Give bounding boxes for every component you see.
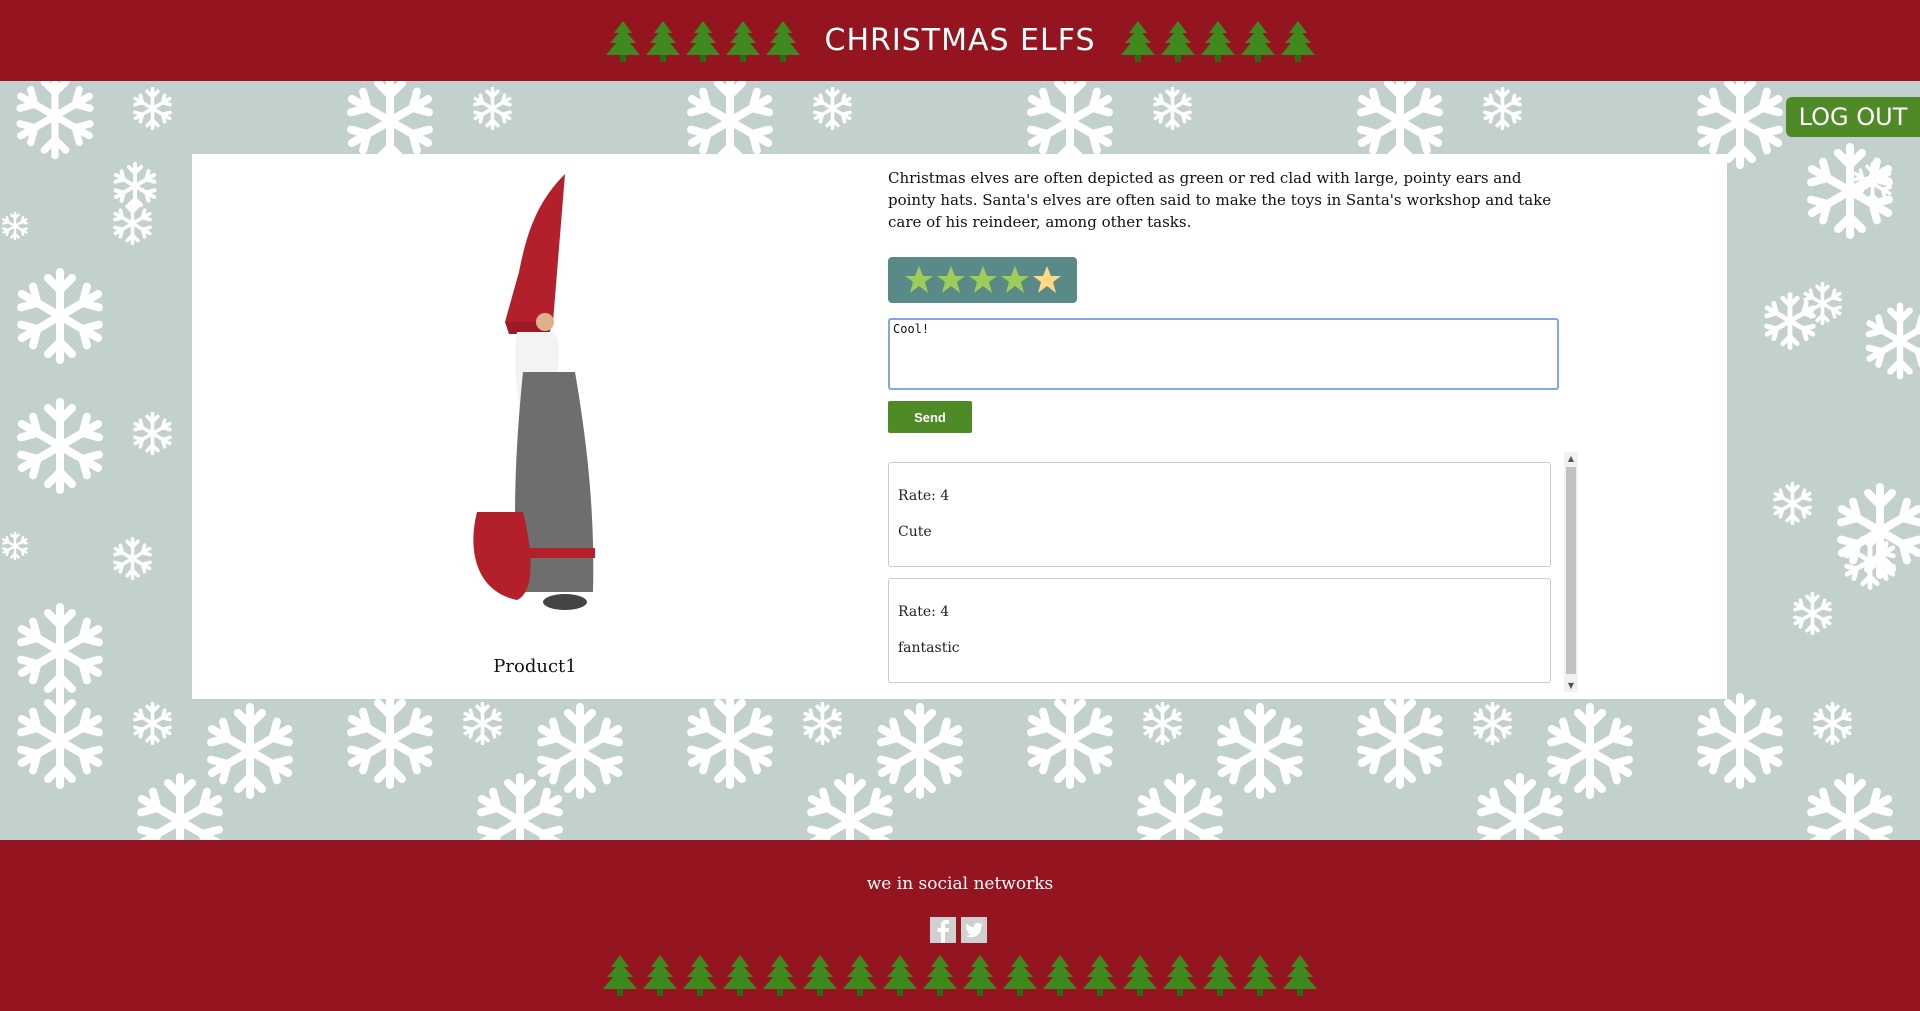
review-rate: Rate: 4: [898, 604, 950, 620]
christmas-tree-icon: [604, 19, 642, 63]
christmas-tree-icon: [601, 953, 639, 997]
christmas-tree-icon: [684, 19, 722, 63]
product-panel: Product1 Christmas elves are often depic…: [192, 154, 1727, 699]
star-icon[interactable]: [1000, 265, 1030, 295]
christmas-tree-icon: [961, 953, 999, 997]
christmas-tree-icon: [1239, 19, 1277, 63]
christmas-tree-icon: [881, 953, 919, 997]
christmas-tree-icon: [761, 953, 799, 997]
facebook-icon[interactable]: [930, 917, 956, 943]
review-rate: Rate: 4: [898, 488, 950, 504]
christmas-tree-icon: [1081, 953, 1119, 997]
christmas-tree-icon: [1199, 19, 1237, 63]
social-links: [930, 917, 987, 943]
christmas-tree-icon: [1281, 953, 1319, 997]
review-text: fantastic: [898, 640, 960, 656]
christmas-tree-icon: [1161, 953, 1199, 997]
review-item: Rate: 4 Cute: [888, 462, 1551, 567]
star-icon[interactable]: [904, 265, 934, 295]
header-trees-left: [603, 19, 803, 63]
scrollbar-thumb[interactable]: [1566, 467, 1576, 674]
review-item: Rate: 4 fantastic: [888, 578, 1551, 683]
christmas-tree-icon: [841, 953, 879, 997]
star-rating[interactable]: [888, 257, 1077, 303]
product-name: Product1: [493, 656, 577, 677]
site-title: CHRISTMAS ELFS: [824, 23, 1096, 58]
christmas-tree-icon: [1201, 953, 1239, 997]
christmas-tree-icon: [1121, 953, 1159, 997]
christmas-tree-icon: [641, 953, 679, 997]
christmas-tree-icon: [1159, 19, 1197, 63]
christmas-tree-icon: [721, 953, 759, 997]
twitter-icon[interactable]: [961, 917, 987, 943]
christmas-tree-icon: [921, 953, 959, 997]
christmas-tree-icon: [1241, 953, 1279, 997]
reviews-list[interactable]: Rate: 4 Cute Rate: 4 fantastic: [888, 452, 1558, 692]
site-header: CHRISTMAS ELFS: [0, 0, 1920, 81]
footer-trees: [0, 953, 1920, 997]
star-icon[interactable]: [1032, 265, 1062, 295]
star-icon[interactable]: [968, 265, 998, 295]
reviews-scrollbar[interactable]: ▲ ▼: [1564, 452, 1578, 692]
header-trees-right: [1118, 19, 1318, 63]
christmas-tree-icon: [764, 19, 802, 63]
christmas-tree-icon: [681, 953, 719, 997]
star-icon[interactable]: [936, 265, 966, 295]
comment-input[interactable]: Cool!: [888, 318, 1559, 390]
christmas-tree-icon: [724, 19, 762, 63]
logout-button[interactable]: LOG OUT: [1786, 97, 1920, 137]
social-title: we in social networks: [866, 874, 1054, 894]
christmas-tree-icon: [1001, 953, 1039, 997]
christmas-tree-icon: [1279, 19, 1317, 63]
christmas-tree-icon: [801, 953, 839, 997]
christmas-tree-icon: [1119, 19, 1157, 63]
christmas-tree-icon: [1041, 953, 1079, 997]
christmas-tree-icon: [644, 19, 682, 63]
scroll-down-arrow-icon[interactable]: ▼: [1564, 679, 1578, 692]
scroll-up-arrow-icon[interactable]: ▲: [1564, 452, 1578, 465]
product-image: [473, 174, 595, 610]
product-description: Christmas elves are often depicted as gr…: [888, 169, 1552, 231]
send-button[interactable]: Send: [888, 401, 972, 433]
review-text: Cute: [898, 524, 932, 540]
